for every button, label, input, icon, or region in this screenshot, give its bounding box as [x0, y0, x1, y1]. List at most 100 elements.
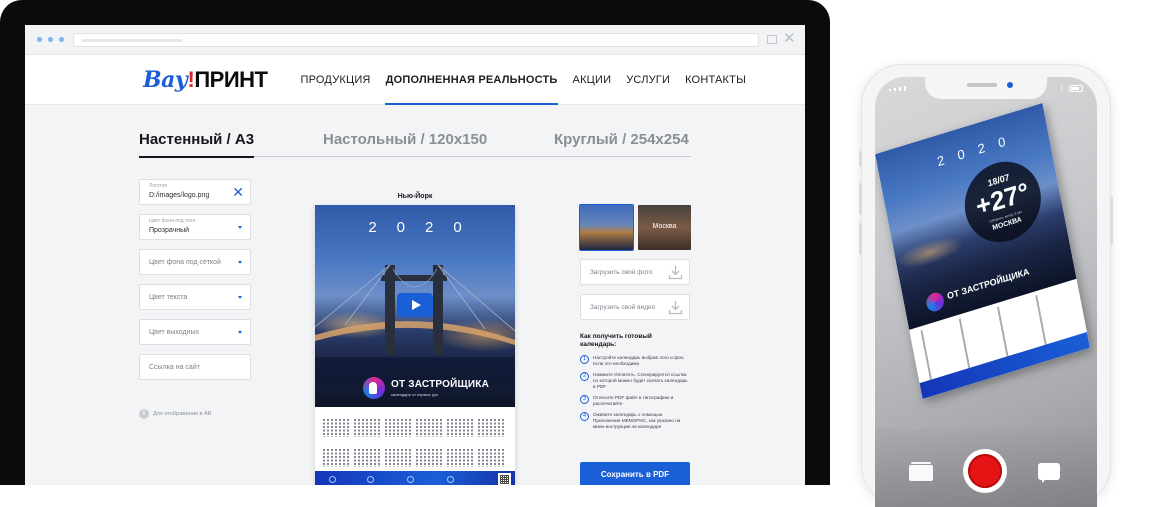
window-dots	[37, 37, 64, 42]
site-link-input[interactable]: Ссылка на сайт	[139, 354, 251, 380]
maximize-icon[interactable]	[767, 35, 777, 44]
background-moscow[interactable]: Москва	[638, 205, 691, 250]
bridge-illustration	[315, 265, 515, 385]
record-button[interactable]	[963, 449, 1007, 493]
grid-bg-select-placeholder: Цвет фона под сеткой	[149, 259, 221, 266]
info-icon: i	[139, 409, 149, 419]
howto-step: 3 Отнесите PDF файл в типографию и распе…	[580, 395, 690, 407]
calendar-photo: 2020 ОТ ЗАСТРОЙЩИКА календари от первых …	[315, 205, 515, 407]
developer-name: ОТ ЗАСТРОЙЩИКА	[391, 379, 489, 390]
camera-controls	[875, 429, 1097, 507]
bluetooth-icon: ᛒ	[1059, 85, 1064, 92]
browser-toolbar: ✕	[25, 25, 805, 55]
tab-round[interactable]: Круглый / 254х254	[554, 131, 689, 148]
background-moscow-label: Москва	[652, 223, 677, 230]
main-nav: ПРОДУКЦИЯ ДОПОЛНЕННАЯ РЕАЛЬНОСТЬ АКЦИИ У…	[293, 55, 754, 105]
qr-code-icon	[498, 473, 511, 485]
howto-title: Как получить готовый календарь:	[580, 333, 652, 348]
phone-button	[859, 151, 862, 167]
background-picker: Москва	[579, 204, 691, 251]
download-icon	[668, 301, 683, 315]
brand-logo-part3: ПРИНТ	[194, 67, 268, 92]
logo-field[interactable]: Логотип D:/images/logo.png ✕	[139, 179, 251, 205]
weekend-color-select-placeholder: Цвет выходных	[149, 329, 200, 336]
developer-logo-icon	[924, 290, 946, 314]
brand-logo-part1: Вау	[143, 67, 188, 93]
upload-video-label: Загрузить свой видео	[590, 304, 656, 311]
ar-weather-widget: 18/07 +27° Облачно, ветер 3 м/с МОСКВА	[958, 152, 1048, 252]
step-number: 1	[580, 355, 589, 364]
gallery-icon[interactable]	[909, 462, 933, 481]
address-bar[interactable]	[73, 33, 759, 47]
upload-photo-label: Загрузить свой фото	[590, 269, 653, 276]
howto-step: 4 Оживите календарь с помощью Приложения…	[580, 412, 690, 430]
background-newyork[interactable]	[579, 204, 634, 251]
logo-field-value: D:/images/logo.png	[149, 192, 210, 199]
logo-bg-select[interactable]: Цвет фона под лого Прозрачный	[139, 214, 251, 240]
step-text: Настройте календарь выбрав лого и фон, е…	[593, 355, 685, 366]
phone-frame: ᛒ 2020 18/07 +27° Облачно, ветер 3 м/с М…	[859, 65, 1113, 507]
logo-bg-select-label: Цвет фона под лого	[149, 218, 196, 224]
logo-field-label: Логотип	[149, 183, 168, 189]
upload-photo-button[interactable]: Загрузить свой фото	[580, 259, 690, 285]
ar-hint-text: Для отображения в AR	[153, 411, 212, 417]
tab-desk[interactable]: Настольный / 120х150	[323, 131, 487, 148]
grid-bg-select[interactable]: Цвет фона под сеткой	[139, 249, 251, 275]
step-text: Нажмите Оплатить. Сгенерируется ссылка п…	[593, 372, 688, 389]
clear-icon[interactable]: ✕	[232, 185, 244, 199]
ar-developer-name: ОТ ЗАСТРОЙЩИКА	[946, 266, 1031, 302]
howto-step: 2 Нажмите Оплатить. Сгенерируется ссылка…	[580, 372, 690, 390]
brand-logo[interactable]: Вау!ПРИНТ	[143, 67, 268, 93]
step-number: 2	[580, 372, 589, 381]
phone-button	[859, 183, 862, 215]
site-link-input-placeholder: Ссылка на сайт	[149, 364, 200, 371]
phone-button	[859, 223, 862, 255]
close-icon[interactable]: ✕	[783, 31, 796, 46]
nav-services[interactable]: УСЛУГИ	[619, 55, 678, 105]
status-bar-right: ᛒ	[1060, 85, 1083, 92]
text-color-select-placeholder: Цвет текста	[149, 294, 188, 301]
developer-subtitle: календари от первых рук	[391, 392, 438, 397]
browser-window: ✕ Вау!ПРИНТ ПРОДУКЦИЯ ДОПОЛНЕННАЯ РЕАЛЬН…	[25, 25, 805, 485]
upload-video-button[interactable]: Загрузить свой видео	[580, 294, 690, 320]
calendar-grid	[323, 413, 507, 471]
step-number: 3	[580, 395, 589, 404]
chevron-down-icon	[238, 261, 242, 264]
nav-augmented-reality[interactable]: ДОПОЛНЕННАЯ РЕАЛЬНОСТЬ	[378, 55, 565, 105]
site-header: Вау!ПРИНТ ПРОДУКЦИЯ ДОПОЛНЕННАЯ РЕАЛЬНОС…	[25, 55, 805, 105]
chevron-down-icon	[238, 226, 242, 229]
howto-step: 1 Настройте календарь выбрав лого и фон,…	[580, 355, 690, 367]
chat-icon[interactable]	[1038, 463, 1060, 483]
tab-wall[interactable]: Настенный / А3	[139, 131, 255, 158]
calendar-footer	[315, 471, 515, 485]
text-color-select[interactable]: Цвет текста	[139, 284, 251, 310]
ar-camera-view: ᛒ 2020 18/07 +27° Облачно, ветер 3 м/с М…	[875, 77, 1097, 507]
logo-bg-select-value: Прозрачный	[149, 227, 190, 234]
nav-promotions[interactable]: АКЦИИ	[565, 55, 619, 105]
save-pdf-button[interactable]: Сохранить в PDF	[580, 462, 690, 485]
phone-notch	[925, 77, 1047, 99]
calendar-year: 2020	[368, 219, 482, 236]
download-icon	[668, 266, 683, 280]
weekend-color-select[interactable]: Цвет выходных	[139, 319, 251, 345]
chevron-down-icon	[238, 331, 242, 334]
step-text: Отнесите PDF файл в типографию и распеча…	[593, 395, 674, 406]
step-text: Оживите календарь с помощью Приложения М…	[593, 412, 681, 429]
nav-contacts[interactable]: КОНТАКТЫ	[678, 55, 754, 105]
nav-products[interactable]: ПРОДУКЦИЯ	[293, 55, 378, 105]
settings-form: Логотип D:/images/logo.png ✕ Цвет фона п…	[139, 179, 251, 389]
developer-logo-icon	[363, 377, 385, 399]
ar-calendar: 2020 18/07 +27° Облачно, ветер 3 м/с МОС…	[875, 103, 1090, 399]
format-tabs: Настенный / А3 Настольный / 120х150 Круг…	[139, 127, 691, 158]
phone-button	[1110, 197, 1113, 245]
chevron-down-icon	[238, 296, 242, 299]
page-content: Настенный / А3 Настольный / 120х150 Круг…	[25, 105, 805, 485]
play-video-button[interactable]	[397, 293, 433, 317]
howto-instructions: Как получить готовый календарь: 1 Настро…	[580, 333, 690, 435]
preview-title: Нью-Йорк	[397, 193, 433, 200]
signal-icon	[889, 86, 906, 91]
calendar-preview: 2020 ОТ ЗАСТРОЙЩИКА календари от первых …	[315, 205, 515, 485]
camera-icon	[1007, 82, 1013, 88]
step-number: 4	[580, 412, 589, 421]
ar-hint: i Для отображения в AR	[139, 409, 212, 419]
